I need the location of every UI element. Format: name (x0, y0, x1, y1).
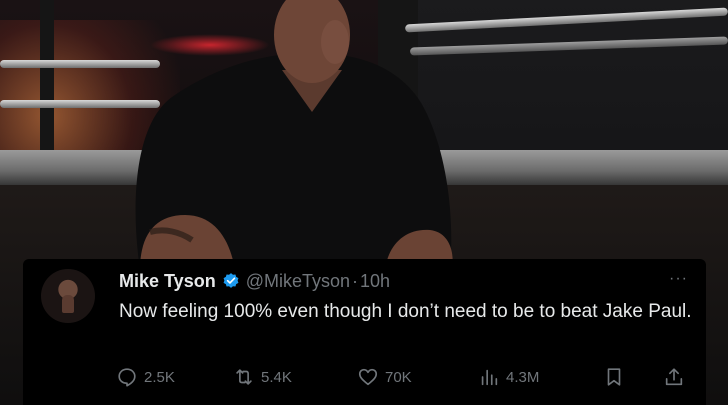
author-name[interactable]: Mike Tyson (119, 271, 216, 292)
ring-post-left (40, 0, 54, 160)
reply-button[interactable]: 2.5K (116, 365, 175, 389)
tweet-actions: 2.5K 5.4K 70K 4.3M (23, 365, 706, 389)
repost-count: 5.4K (261, 368, 292, 386)
verified-badge-icon (223, 273, 239, 288)
avatar[interactable] (41, 269, 95, 323)
share-button[interactable] (663, 365, 685, 389)
bookmark-button[interactable] (603, 365, 625, 389)
tweet-card[interactable]: Mike Tyson @MikeTyson · 10h ··· Now feelin… (23, 259, 706, 405)
author-handle[interactable]: @MikeTyson (246, 271, 350, 292)
more-icon[interactable]: ··· (669, 270, 688, 288)
share-icon (665, 368, 683, 386)
repost-icon (236, 369, 252, 385)
repost-button[interactable]: 5.4K (233, 365, 292, 389)
views-icon (481, 369, 498, 386)
like-button[interactable]: 70K (357, 365, 412, 389)
reply-icon (118, 368, 136, 387)
views-button[interactable]: 4.3M (478, 365, 539, 389)
like-icon (358, 368, 378, 386)
tweet-text: Now feeling 100% even though I don’t nee… (119, 301, 692, 322)
separator: · (352, 270, 359, 291)
bookmark-icon (607, 368, 621, 386)
views-count: 4.3M (506, 368, 540, 386)
tweet-header: Mike Tyson @MikeTyson · 10h (119, 269, 390, 293)
reply-count: 2.5K (144, 368, 175, 386)
like-count: 70K (385, 368, 412, 386)
timestamp[interactable]: 10h (360, 271, 390, 292)
person-photo (135, 0, 453, 270)
